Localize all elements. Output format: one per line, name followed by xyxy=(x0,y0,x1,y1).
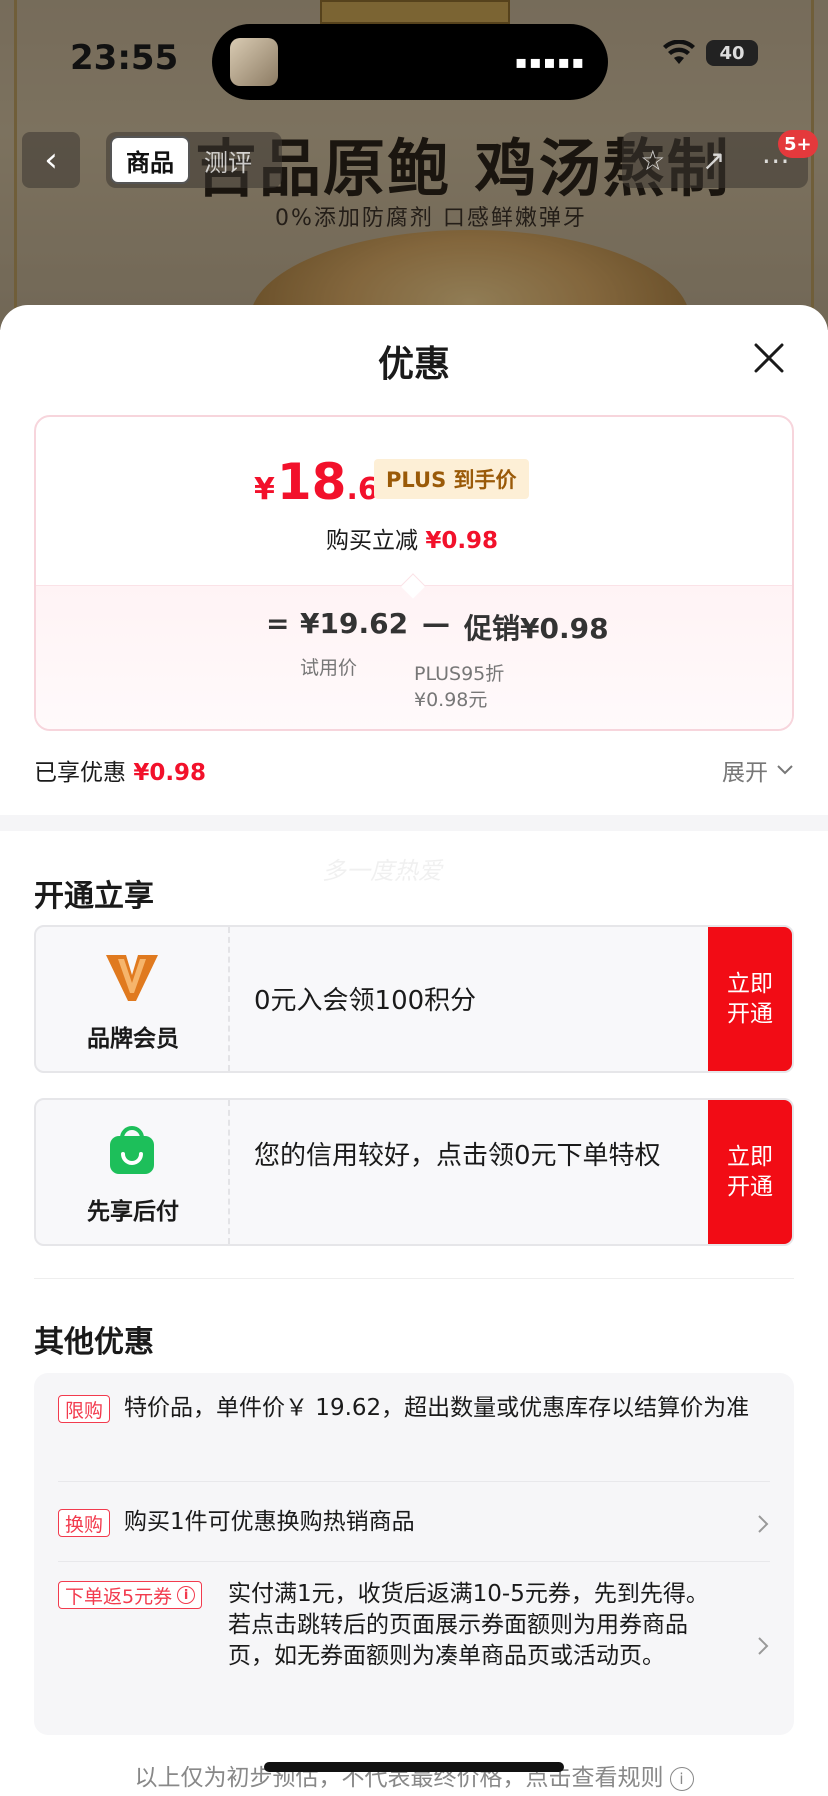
exchange-tag: 换购 xyxy=(58,1509,111,1537)
other-section-title: 其他优惠 xyxy=(34,1325,154,1360)
list-separator xyxy=(58,1561,770,1562)
coupon-tag[interactable]: 下单返5元券 i xyxy=(58,1581,203,1609)
formula-minus: — xyxy=(422,607,450,640)
formula-promo-prefix: 促销 xyxy=(464,612,521,645)
chevron-right-icon xyxy=(758,1515,769,1533)
membership-section-title: 开通立享 xyxy=(34,879,154,914)
chevron-down-icon xyxy=(777,765,793,775)
favorite-icon[interactable]: ☆ xyxy=(640,144,665,177)
open-pay-later-button[interactable]: 立即开通 xyxy=(708,1100,792,1244)
promotions-sheet: 优惠 ¥ 18 .64 PLUS 到手价 购买立减 ¥0.98 = ¥19.62… xyxy=(0,305,828,1796)
tab-review[interactable]: 测评 xyxy=(190,136,266,184)
list-item-text: 购买1件可优惠换购热销商品 xyxy=(124,1509,415,1535)
wifi-icon xyxy=(663,40,695,64)
pay-later-offer[interactable]: 先享后付 您的信用较好，点击领0元下单特权 立即开通 xyxy=(34,1098,794,1246)
brand-v-icon xyxy=(106,955,158,1001)
formula-base-label: 试用价 xyxy=(300,657,358,679)
shopping-bag-icon xyxy=(110,1126,154,1174)
product-tabs: 商品 测评 xyxy=(106,132,282,188)
list-item-text: 特价品，单件价￥ 19.62，超出数量或优惠库存以结算价为准 xyxy=(124,1395,750,1421)
formula-base-price: ¥19.62 xyxy=(300,607,409,640)
price-currency: ¥ xyxy=(254,472,275,507)
message-badge: 5+ xyxy=(778,130,818,158)
offer-brand-name: 先享后付 xyxy=(87,1199,179,1225)
plus-price-tag: PLUS 到手价 xyxy=(374,459,529,499)
dynamic-island[interactable]: ▪▪▪▪▪ xyxy=(212,24,608,100)
section-divider-line xyxy=(34,1278,794,1279)
info-icon[interactable]: i xyxy=(177,1586,196,1604)
list-item-text: 实付满1元，收货后返满10-5元券，先到先得。若点击跳转后的页面展示券面额则为用… xyxy=(228,1581,709,1669)
formula-equals: = xyxy=(266,607,290,640)
list-item[interactable]: 下单返5元券 i 实付满1元，收货后返满10-5元券，先到先得。若点击跳转后的页… xyxy=(58,1581,770,1711)
enjoyed-value: ¥0.98 xyxy=(133,760,207,786)
offer-brand: 先享后付 xyxy=(36,1100,230,1244)
expand-toggle[interactable]: 展开 xyxy=(722,753,794,787)
audio-wave-icon: ▪▪▪▪▪ xyxy=(515,52,586,73)
share-icon[interactable]: ↗ xyxy=(702,144,725,177)
close-icon[interactable] xyxy=(748,337,790,379)
formula-promo-value: ¥0.98 xyxy=(520,612,609,645)
info-icon[interactable]: i xyxy=(669,1766,694,1791)
enjoyed-discount: 已享优惠 ¥0.98 xyxy=(34,753,206,787)
list-item: 限购 特价品，单件价￥ 19.62，超出数量或优惠库存以结算价为准 xyxy=(58,1395,770,1459)
status-indicators: 40 xyxy=(662,40,758,66)
status-time: 23:55 xyxy=(70,38,179,78)
watermark-text: 多一度热爱 xyxy=(322,857,442,885)
chevron-right-icon xyxy=(758,1637,769,1655)
formula-promo-detail-1: PLUS95折 xyxy=(414,663,505,685)
offer-brand-name: 品牌会员 xyxy=(87,1026,179,1052)
limit-tag: 限购 xyxy=(58,1395,111,1423)
buy-reduce-label: 购买立减 xyxy=(326,528,418,554)
formula-promo-detail-2: ¥0.98元 xyxy=(414,689,488,711)
price-integer: 18 xyxy=(276,453,347,511)
battery-icon: 40 xyxy=(706,40,758,66)
section-divider xyxy=(0,815,828,831)
brand-member-offer[interactable]: 品牌会员 0元入会领100积分 立即开通 xyxy=(34,925,794,1073)
buy-reduce-value: ¥0.98 xyxy=(425,528,499,554)
list-separator xyxy=(58,1481,770,1482)
offer-brand: 品牌会员 xyxy=(36,927,230,1071)
tab-product[interactable]: 商品 xyxy=(110,136,190,184)
coupon-tag-label: 下单返5元券 xyxy=(65,1585,173,1608)
home-indicator[interactable] xyxy=(264,1762,564,1772)
open-member-button[interactable]: 立即开通 xyxy=(708,927,792,1071)
now-playing-thumbnail xyxy=(230,38,278,86)
offer-description: 0元入会领100积分 xyxy=(254,986,477,1016)
enjoyed-label: 已享优惠 xyxy=(34,760,126,786)
other-promotions-list: 限购 特价品，单件价￥ 19.62，超出数量或优惠库存以结算价为准 换购 购买1… xyxy=(34,1373,794,1735)
list-item[interactable]: 换购 购买1件可优惠换购热销商品 xyxy=(58,1509,770,1543)
buy-reduce-line: 购买立减 ¥0.98 xyxy=(326,521,498,555)
back-button[interactable]: ‹ xyxy=(22,132,80,188)
formula-promo: 促销¥0.98 xyxy=(464,607,609,647)
price-breakdown-card: ¥ 18 .64 PLUS 到手价 购买立减 ¥0.98 = ¥19.62 — … xyxy=(34,415,794,731)
sheet-title: 优惠 xyxy=(377,344,450,385)
offer-description: 您的信用较好，点击领0元下单特权 xyxy=(254,1141,661,1171)
expand-label: 展开 xyxy=(722,760,768,786)
